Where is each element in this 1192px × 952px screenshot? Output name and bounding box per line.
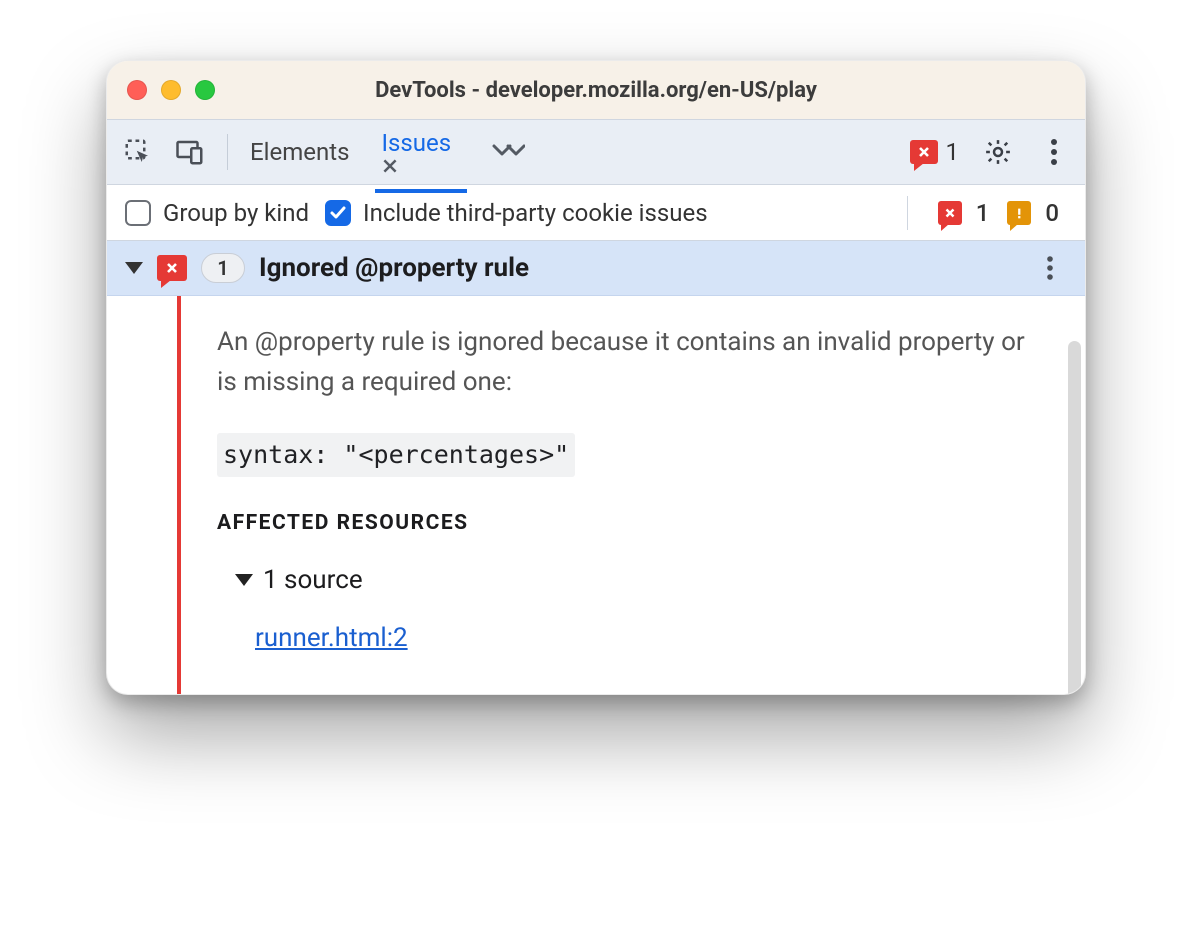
devtools-tabs: Elements Issues <box>248 111 525 193</box>
titlebar: DevTools - developer.mozilla.org/en-US/p… <box>107 61 1085 119</box>
more-options-icon[interactable] <box>1037 135 1071 169</box>
warning-bubble-icon <box>1007 201 1031 225</box>
issue-counts: 1 0 <box>938 199 1067 227</box>
checkbox-label: Include third-party cookie issues <box>363 199 708 227</box>
minimize-window-button[interactable] <box>161 80 181 100</box>
affected-resources-heading: Affected Resources <box>217 507 1045 540</box>
error-count-value: 1 <box>946 138 960 166</box>
issue-description: An @property rule is ignored because it … <box>217 322 1045 403</box>
issue-more-icon[interactable] <box>1033 251 1067 285</box>
warnings-count: 0 <box>1045 199 1059 227</box>
window-title: DevTools - developer.mozilla.org/en-US/p… <box>107 78 1085 103</box>
errors-count: 1 <box>976 199 990 227</box>
issue-code-snippet: syntax: "<percentages>" <box>217 433 575 478</box>
inspect-element-icon[interactable] <box>121 135 155 169</box>
issue-title: Ignored @property rule <box>259 253 529 283</box>
devtools-toolbar: Elements Issues <box>107 119 1085 185</box>
issue-row[interactable]: 1 Ignored @property rule <box>107 241 1085 296</box>
checkbox-checked-icon <box>325 200 351 226</box>
expand-caret-icon <box>235 574 253 586</box>
close-window-button[interactable] <box>127 80 147 100</box>
tab-label: Issues <box>381 129 451 157</box>
tab-elements[interactable]: Elements <box>248 120 351 184</box>
sources-toggle[interactable]: 1 source <box>235 560 1045 600</box>
issue-count-badge: 1 <box>201 253 245 283</box>
error-bubble-icon <box>157 255 187 281</box>
issues-options-bar: Group by kind Include third-party cookie… <box>107 185 1085 241</box>
checkbox-label: Group by kind <box>163 199 309 227</box>
tab-issues[interactable]: Issues <box>379 111 463 193</box>
toolbar-error-count[interactable]: 1 <box>910 138 960 166</box>
traffic-lights <box>127 80 215 100</box>
maximize-window-button[interactable] <box>195 80 215 100</box>
source-count-label: 1 source <box>263 560 363 600</box>
more-tabs-icon[interactable] <box>491 135 525 169</box>
device-toolbar-icon[interactable] <box>173 135 207 169</box>
tab-label: Elements <box>250 138 349 166</box>
devtools-window: DevTools - developer.mozilla.org/en-US/p… <box>106 60 1086 695</box>
include-third-party-checkbox[interactable]: Include third-party cookie issues <box>325 199 708 227</box>
checkbox-unchecked-icon <box>125 200 151 226</box>
source-link[interactable]: runner.html:2 <box>255 623 408 653</box>
group-by-kind-checkbox[interactable]: Group by kind <box>125 199 309 227</box>
issue-detail: An @property rule is ignored because it … <box>107 296 1085 694</box>
scrollbar-thumb[interactable] <box>1068 341 1081 695</box>
expand-caret-icon <box>125 262 143 274</box>
error-bubble-icon <box>938 201 962 225</box>
close-tab-icon[interactable] <box>381 157 461 175</box>
error-bubble-icon <box>910 140 938 164</box>
settings-icon[interactable] <box>981 135 1015 169</box>
